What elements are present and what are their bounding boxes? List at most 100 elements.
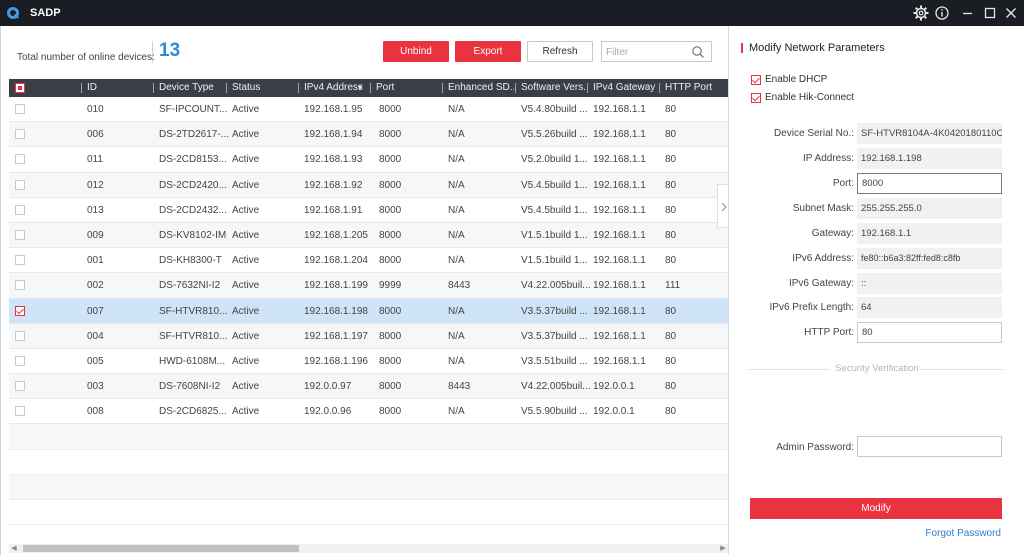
admin-password-field[interactable]: [857, 436, 1002, 457]
table-row[interactable]: 005 HWD-6108M... Active 192.168.1.196 8000 N/…: [9, 349, 728, 375]
cell-ipv4-gateway: 192.168.1.1: [593, 204, 646, 216]
column-header-id[interactable]: ID: [87, 79, 151, 97]
cell-enhanced-sdk: N/A: [448, 229, 465, 241]
row-checkbox[interactable]: [15, 330, 25, 341]
panel-title-accent: [741, 43, 743, 53]
enable-dhcp-checkbox[interactable]: [751, 75, 761, 85]
row-checkbox[interactable]: [15, 229, 25, 240]
cell-id: 006: [87, 129, 104, 141]
column-divider: [370, 83, 371, 93]
table-row[interactable]: 009 DS-KV8102-IM Active 192.168.1.205 8000 N/…: [9, 222, 728, 249]
table-row[interactable]: 006 DS-2TD2617-... Active 192.168.1.94 8000 N…: [9, 122, 728, 148]
row-checkbox[interactable]: [15, 381, 25, 392]
http-port-field[interactable]: 80: [857, 322, 1002, 343]
maximize-icon[interactable]: [981, 4, 999, 22]
table-row[interactable]: 013 DS-2CD2432... Active 192.168.1.91 8000 N/…: [9, 198, 728, 223]
enable-hik-connect-checkbox[interactable]: [751, 93, 761, 103]
row-checkbox[interactable]: [15, 179, 25, 190]
column-header-port[interactable]: Port: [376, 79, 442, 97]
cell-http-port: 80: [665, 355, 677, 367]
column-header-software-version[interactable]: Software Vers...: [521, 79, 587, 97]
column-header-ipv4-gateway[interactable]: IPv4 Gateway: [593, 79, 659, 97]
cell-device-type: DS-2CD8153...: [159, 154, 227, 166]
filter-input[interactable]: [606, 45, 686, 59]
cell-ipv4-address: 192.168.1.93: [304, 154, 363, 166]
cell-software-version: V5.5.90build ...: [521, 406, 588, 418]
cell-software-version: V1.5.1build 1...: [521, 255, 588, 267]
cell-status: Active: [232, 179, 260, 191]
row-checkbox[interactable]: [15, 305, 25, 316]
horizontal-scrollbar[interactable]: ◀ ▶: [9, 544, 728, 553]
column-header-enhanced-sdk[interactable]: Enhanced SD...: [448, 79, 514, 97]
cell-software-version: V5.4.5build 1...: [521, 179, 588, 191]
title-bar: SADP: [0, 0, 1024, 26]
cell-device-type: DS-KH8300-T: [159, 255, 222, 267]
row-checkbox[interactable]: [15, 406, 25, 417]
cell-ipv4-address: 192.168.1.196: [304, 355, 368, 367]
refresh-button[interactable]: Refresh: [527, 41, 593, 62]
scroll-left-icon[interactable]: ◀: [9, 544, 19, 553]
unbind-button[interactable]: Unbind: [383, 41, 449, 62]
table-row[interactable]: 010 SF-IPCOUNT... Active 192.168.1.95 8000 N/…: [9, 97, 728, 123]
cell-device-type: DS-2TD2617-...: [159, 129, 229, 141]
cell-port: 8000: [379, 129, 402, 141]
row-checkbox[interactable]: [15, 280, 25, 291]
search-icon[interactable]: [691, 45, 705, 59]
scrollbar-thumb[interactable]: [23, 545, 299, 552]
cell-http-port: 80: [665, 204, 677, 216]
sort-descending-icon[interactable]: ▾: [358, 79, 367, 97]
table-row[interactable]: 007 SF-HTVR810... Active 192.168.1.198 8000 N…: [9, 298, 728, 324]
cell-port: 8000: [379, 154, 402, 166]
row-checkbox[interactable]: [15, 204, 25, 215]
cell-ipv4-gateway: 192.168.1.1: [593, 330, 646, 342]
table-row[interactable]: 012 DS-2CD2420... Active 192.168.1.92 8000 N/…: [9, 172, 728, 198]
column-header-status[interactable]: Status: [232, 79, 298, 97]
column-header-device-type[interactable]: Device Type: [159, 79, 225, 97]
table-row[interactable]: 001 DS-KH8300-T Active 192.168.1.204 8000 N/A…: [9, 248, 728, 274]
cell-enhanced-sdk: N/A: [448, 179, 465, 191]
select-all-checkbox[interactable]: [15, 83, 25, 93]
cell-id: 007: [87, 305, 104, 317]
cell-port: 8000: [379, 381, 402, 393]
column-header-http-port[interactable]: HTTP Port: [665, 79, 725, 97]
cell-ipv4-address: 192.168.1.197: [304, 330, 368, 342]
cell-id: 013: [87, 204, 104, 216]
table-row[interactable]: 004 SF-HTVR810... Active 192.168.1.197 8000 N…: [9, 323, 728, 349]
cell-status: Active: [232, 104, 260, 115]
ip-address-label: IP Address:: [803, 153, 854, 164]
serial-field: SF-HTVR8104A-4K0420180110CCWR: [857, 123, 1002, 144]
row-checkbox[interactable]: [15, 104, 25, 114]
column-divider: [659, 83, 660, 93]
row-checkbox[interactable]: [15, 154, 25, 165]
forgot-password-link[interactable]: Forgot Password: [925, 528, 1001, 539]
settings-gear-icon[interactable]: [912, 4, 930, 22]
modify-button[interactable]: Modify: [750, 498, 1002, 519]
export-button[interactable]: Export: [455, 41, 521, 62]
column-divider: [298, 83, 299, 93]
scroll-right-icon[interactable]: ▶: [718, 544, 728, 553]
cell-status: Active: [232, 154, 260, 166]
cell-http-port: 80: [665, 406, 677, 418]
column-divider: [442, 83, 443, 93]
empty-row: [9, 424, 728, 450]
row-checkbox[interactable]: [15, 355, 25, 366]
column-header-ipv4-address[interactable]: IPv4 Address: [304, 79, 366, 97]
table-row[interactable]: 008 DS-2CD6825... Active 192.0.0.96 8000 N/A V…: [9, 399, 728, 425]
cell-ipv4-gateway: 192.0.0.1: [593, 406, 635, 418]
cell-enhanced-sdk: N/A: [448, 330, 465, 342]
row-checkbox[interactable]: [15, 129, 25, 140]
minimize-icon[interactable]: [959, 4, 977, 22]
info-icon[interactable]: [933, 4, 951, 22]
cell-http-port: 80: [665, 179, 677, 191]
cell-device-type: DS-7632NI-I2: [159, 280, 221, 292]
port-field[interactable]: 8000: [857, 173, 1002, 194]
cell-http-port: 80: [665, 255, 677, 267]
cell-ipv4-address: 192.168.1.94: [304, 129, 363, 141]
table-row[interactable]: 003 DS-7608NI-I2 Active 192.0.0.97 8000 8443 V…: [9, 374, 728, 400]
table-row[interactable]: 002 DS-7632NI-I2 Active 192.168.1.199 9999 84…: [9, 273, 728, 299]
close-icon[interactable]: [1002, 4, 1020, 22]
cell-ipv4-address: 192.168.1.92: [304, 179, 363, 191]
cell-software-version: V3.5.37build ...: [521, 305, 588, 317]
row-checkbox[interactable]: [15, 255, 25, 266]
table-row[interactable]: 011 DS-2CD8153... Active 192.168.1.93 8000 N/…: [9, 147, 728, 173]
